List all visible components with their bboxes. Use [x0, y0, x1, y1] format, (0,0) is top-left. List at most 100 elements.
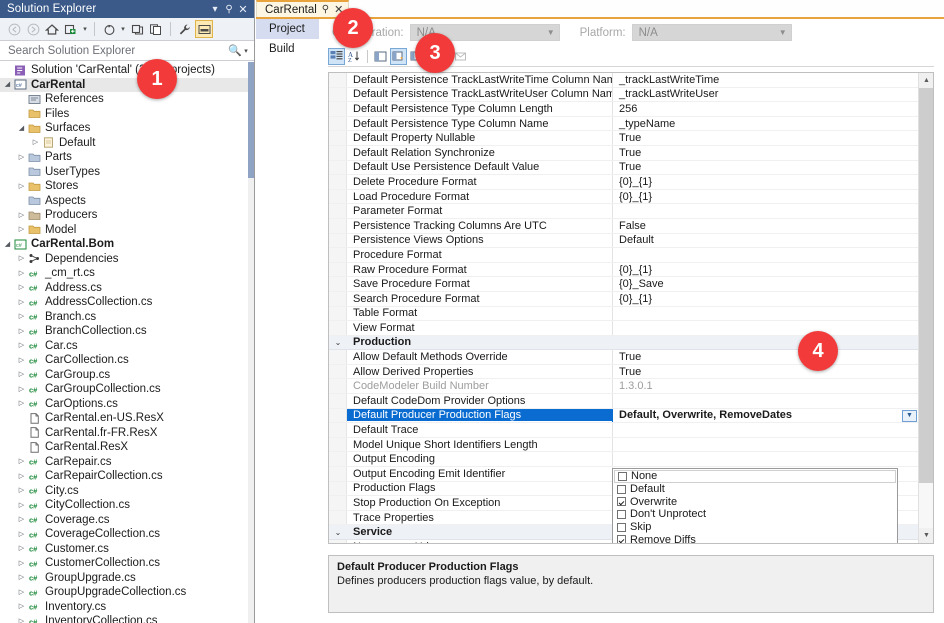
- expander-collapsed-icon[interactable]: ▷: [16, 328, 27, 335]
- expander-collapsed-icon[interactable]: ▷: [16, 371, 27, 378]
- window-dropdown-icon[interactable]: ▾: [208, 4, 222, 15]
- expander-collapsed-icon[interactable]: ▷: [30, 139, 41, 146]
- property-row[interactable]: Procedure Format: [329, 248, 918, 263]
- property-row[interactable]: Table Format: [329, 307, 918, 322]
- property-row[interactable]: Default Trace: [329, 423, 918, 438]
- tree-item[interactable]: ▷Parts: [0, 150, 248, 165]
- expander-collapsed-icon[interactable]: ▷: [16, 226, 27, 233]
- dropdown-item[interactable]: Skip: [614, 521, 896, 534]
- tree-item[interactable]: ▷c#Branch.cs: [0, 310, 248, 325]
- property-row[interactable]: Output Encoding: [329, 452, 918, 467]
- solution-tree[interactable]: Solution 'CarRental' (2 of 2 projects)◢c…: [0, 62, 248, 623]
- tree-item[interactable]: UserTypes: [0, 165, 248, 180]
- expander-collapsed-icon[interactable]: ▷: [16, 487, 27, 494]
- expander-collapsed-icon[interactable]: ▷: [16, 458, 27, 465]
- editor-vertical-tabs[interactable]: ProjectBuild: [256, 19, 319, 623]
- home-icon[interactable]: [43, 20, 61, 38]
- property-value[interactable]: 1.3.0.1: [612, 379, 918, 393]
- search-input[interactable]: [6, 44, 228, 58]
- expander-collapsed-icon[interactable]: ▷: [16, 299, 27, 306]
- property-value[interactable]: False: [612, 219, 918, 233]
- property-value[interactable]: True: [612, 161, 918, 175]
- tree-item[interactable]: ▷c#AddressCollection.cs: [0, 295, 248, 310]
- tree-item[interactable]: ▷c#CarOptions.cs: [0, 397, 248, 412]
- property-value[interactable]: [612, 307, 918, 321]
- search-options-caret-icon[interactable]: ▾: [242, 47, 250, 55]
- sync-with-active-document-icon[interactable]: [62, 20, 80, 38]
- window-pin-icon[interactable]: ⚲: [222, 4, 236, 15]
- tree-item[interactable]: ▷Stores: [0, 179, 248, 194]
- property-value[interactable]: True: [612, 131, 918, 145]
- expander-collapsed-icon[interactable]: ▷: [16, 270, 27, 277]
- tree-item[interactable]: ◢c#CarRental: [0, 78, 248, 93]
- property-value[interactable]: {0}_{1}: [612, 190, 918, 204]
- expander-collapsed-icon[interactable]: ▷: [16, 502, 27, 509]
- property-row[interactable]: Default Persistence Type Column Name_typ…: [329, 117, 918, 132]
- tree-item[interactable]: ▷c#Customer.cs: [0, 542, 248, 557]
- property-value[interactable]: _typeName: [612, 117, 918, 131]
- tree-item[interactable]: ▷c#BranchCollection.cs: [0, 324, 248, 339]
- tree-item[interactable]: ▷Dependencies: [0, 252, 248, 267]
- tree-item[interactable]: ▷c#GroupUpgradeCollection.cs: [0, 585, 248, 600]
- property-row[interactable]: Default Persistence TrackLastWriteTime C…: [329, 73, 918, 88]
- property-grid-scrollbar[interactable]: ▲ ▼: [918, 73, 933, 543]
- expander-collapsed-icon[interactable]: ▷: [16, 516, 27, 523]
- expander-expanded-icon[interactable]: ◢: [16, 125, 27, 132]
- property-value[interactable]: {0}_{1}: [612, 263, 918, 277]
- forward-icon[interactable]: [24, 20, 42, 38]
- property-row[interactable]: Save Procedure Format{0}_Save: [329, 277, 918, 292]
- tree-item[interactable]: ▷c#CarCollection.cs: [0, 353, 248, 368]
- dropdown-item[interactable]: Don't Unprotect: [614, 508, 896, 521]
- tab-carrental[interactable]: CarRental ⚲ ✕: [256, 0, 349, 17]
- property-value[interactable]: True: [612, 350, 918, 364]
- property-value[interactable]: [612, 423, 918, 437]
- property-value[interactable]: _trackLastWriteTime: [612, 73, 918, 87]
- property-row[interactable]: CodeModeler Build Number1.3.0.1: [329, 379, 918, 394]
- property-row[interactable]: Load Procedure Format{0}_{1}: [329, 190, 918, 205]
- tree-item[interactable]: ▷Default: [0, 136, 248, 151]
- tab-pin-icon[interactable]: ⚲: [322, 4, 329, 15]
- checkbox[interactable]: [617, 510, 626, 519]
- tree-item[interactable]: ▷c#CarGroup.cs: [0, 368, 248, 383]
- sync-dropdown-caret-icon[interactable]: ▾: [81, 25, 89, 33]
- expander-collapsed-icon[interactable]: ▷: [16, 531, 27, 538]
- tree-item[interactable]: ▷c#GroupUpgrade.cs: [0, 571, 248, 586]
- tree-item[interactable]: ◢c#CarRental.Bom: [0, 237, 248, 252]
- production-flags-dropdown-list[interactable]: NoneDefaultOverwriteDon't UnprotectSkipR…: [612, 468, 898, 544]
- property-value[interactable]: _trackLastWriteUser: [612, 88, 918, 102]
- expander-collapsed-icon[interactable]: ▷: [16, 545, 27, 552]
- window-close-icon[interactable]: ✕: [236, 3, 250, 16]
- property-value[interactable]: Default: [612, 234, 918, 248]
- property-row[interactable]: Default Property NullableTrue: [329, 131, 918, 146]
- expander-collapsed-icon[interactable]: ▷: [16, 183, 27, 190]
- alphabetical-button[interactable]: AZ: [346, 48, 363, 65]
- category-expander-icon[interactable]: ⌄: [329, 525, 347, 539]
- expander-expanded-icon[interactable]: ◢: [2, 241, 13, 248]
- property-value[interactable]: [612, 438, 918, 452]
- solution-tree-scrollbar[interactable]: [248, 62, 254, 623]
- property-row[interactable]: Persistence Views OptionsDefault: [329, 234, 918, 249]
- expander-collapsed-icon[interactable]: ▷: [16, 560, 27, 567]
- property-value[interactable]: [612, 394, 918, 408]
- property-row[interactable]: Persistence Tracking Columns Are UTCFals…: [329, 219, 918, 234]
- back-icon[interactable]: [5, 20, 23, 38]
- search-bar[interactable]: 🔍 ▾: [0, 41, 254, 61]
- expander-collapsed-icon[interactable]: ▷: [16, 255, 27, 262]
- tree-item[interactable]: ▷Producers: [0, 208, 248, 223]
- checkbox[interactable]: [617, 497, 626, 506]
- property-value[interactable]: [612, 452, 918, 466]
- property-value[interactable]: [612, 321, 918, 335]
- property-row[interactable]: Default Producer Production FlagsDefault…: [329, 409, 918, 424]
- category-expander-icon[interactable]: ⌄: [329, 336, 347, 350]
- property-row[interactable]: Default Persistence Type Column Length25…: [329, 102, 918, 117]
- tree-item[interactable]: ▷c#InventoryCollection.cs: [0, 614, 248, 623]
- expander-collapsed-icon[interactable]: ▷: [16, 342, 27, 349]
- property-value[interactable]: True: [612, 146, 918, 160]
- property-value[interactable]: [612, 204, 918, 218]
- expander-collapsed-icon[interactable]: ▷: [16, 574, 27, 581]
- solution-tree-scrollbar-thumb[interactable]: [248, 62, 254, 178]
- scroll-down-icon[interactable]: ▼: [919, 528, 934, 543]
- property-value[interactable]: {0}_{1}: [612, 175, 918, 189]
- tree-item[interactable]: ▷c#Address.cs: [0, 281, 248, 296]
- show-all-files-icon[interactable]: [147, 20, 165, 38]
